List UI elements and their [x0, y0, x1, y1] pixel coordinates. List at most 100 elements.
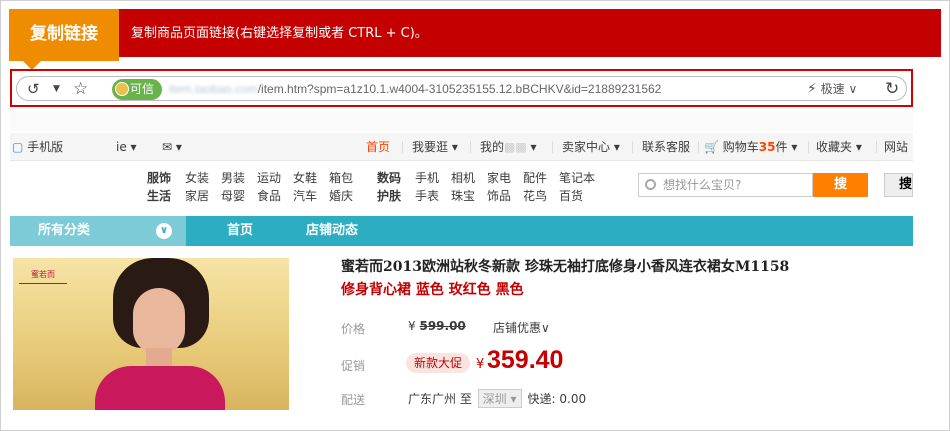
mobile-link[interactable]: ▢ 手机版: [12, 133, 63, 161]
cart-suffix: 件: [775, 140, 788, 154]
nav-my-label: 我的: [480, 140, 505, 154]
secure-label: 可信: [130, 82, 155, 96]
dropdown-icon[interactable]: ▼: [53, 77, 60, 102]
nav-sitemap[interactable]: 网站: [884, 133, 908, 161]
shipping-info: 广东广州 至 深圳 ▾ 快递: 0.00: [408, 389, 586, 408]
mail-icon: ✉: [162, 140, 173, 154]
secure-badge[interactable]: 可信: [112, 79, 162, 100]
search-input[interactable]: 想找什么宝贝?: [638, 173, 813, 197]
ship-to-select[interactable]: 深圳 ▾: [477, 389, 522, 408]
category-item[interactable]: 笔记本: [559, 169, 595, 187]
all-categories[interactable]: 所有分类 ∨: [10, 216, 186, 246]
nav-my[interactable]: 我的▩▩ ▾: [480, 133, 537, 161]
refresh-icon[interactable]: ↻: [885, 77, 899, 102]
back-icon[interactable]: ↺: [27, 77, 40, 102]
category-item[interactable]: 家居: [185, 187, 209, 205]
nav-shopping[interactable]: 我要逛 ▾: [412, 133, 458, 161]
mobile-suffix[interactable]: ie ▾: [116, 133, 137, 161]
product-title: 蜜若而2013欧洲站秋冬新款 珍珠无袖打底修身小香风连衣裙女M1158: [341, 259, 790, 275]
search-placeholder: 想找什么宝贝?: [663, 178, 742, 192]
address-bar-highlight: ↺ ▼ ☆ 可信 item.taobao.com/item.htm?spm=a1…: [10, 69, 913, 107]
nav-seller[interactable]: 卖家中心 ▾: [562, 133, 620, 161]
divider: [632, 141, 633, 153]
shop-discount-dropdown[interactable]: 店铺优惠∨: [493, 319, 550, 336]
favorites-label: 收藏夹: [816, 140, 853, 154]
nav-cart[interactable]: 🛒 购物车35件 ▾: [704, 133, 797, 161]
category-item[interactable]: 食品: [257, 187, 281, 205]
promo-price: 359.40: [487, 346, 564, 374]
nav-home[interactable]: 首页: [366, 133, 390, 161]
nav-service[interactable]: 联系客服: [642, 133, 690, 161]
category-item[interactable]: 女鞋: [293, 169, 317, 187]
search-shop-button[interactable]: 搜: [884, 173, 913, 197]
speed-mode-label: 极速: [820, 82, 845, 96]
category-item[interactable]: 相机: [451, 169, 475, 187]
divider: [876, 141, 877, 153]
category-item[interactable]: 婚庆: [329, 187, 353, 205]
address-bar[interactable]: ↺ ▼ ☆ 可信 item.taobao.com/item.htm?spm=a1…: [16, 76, 907, 101]
category-head[interactable]: 生活: [147, 187, 171, 205]
site-nav: ▢ 手机版 ie ▾ ✉ ▾ 首页 我要逛 ▾ 我的▩▩ ▾ 卖家中心 ▾ 联系…: [10, 133, 913, 161]
url-domain: item.taobao.com: [169, 82, 258, 96]
cart-icon: 🛒: [704, 140, 719, 154]
speed-mode[interactable]: ⚡ 极速 ∨: [807, 77, 857, 102]
category-item[interactable]: 母婴: [221, 187, 245, 205]
phone-icon: ▢: [12, 140, 24, 154]
price-label: 价格: [341, 322, 366, 336]
category-item[interactable]: 饰品: [487, 187, 511, 205]
model-face: [133, 288, 185, 354]
category-head[interactable]: 数码: [377, 169, 401, 187]
promo-label: 促销: [341, 359, 366, 373]
shop-nav: 所有分类 ∨ 首页 店铺动态: [10, 216, 913, 246]
category-item[interactable]: 百货: [559, 187, 583, 205]
search-icon: [645, 179, 656, 190]
star-icon[interactable]: ☆: [73, 77, 88, 102]
screenshot-frame: 复制链接 复制商品页面链接(右键选择复制或者 CTRL + C)。 ↺ ▼ ☆ …: [0, 0, 950, 431]
search-button[interactable]: 搜: [813, 173, 868, 197]
shipping-label: 配送: [341, 393, 366, 407]
chevron-down-icon: ∨: [156, 223, 172, 239]
cart-label: 购物车: [722, 140, 759, 154]
original-price: ¥ 599.00: [408, 319, 466, 333]
product-subtitle: 修身背心裙 蓝色 玫红色 黑色: [341, 282, 524, 298]
category-item[interactable]: 箱包: [329, 169, 353, 187]
old-price-value: 599.00: [419, 319, 466, 333]
url-path: /item.htm?spm=a1z10.1.w4004-3105235155.1…: [257, 82, 662, 96]
ship-to-label: 深圳: [482, 392, 507, 406]
category-item[interactable]: 手表: [415, 187, 439, 205]
cart-count: 35: [758, 140, 776, 154]
url-text[interactable]: item.taobao.com/item.htm?spm=a1z10.1.w40…: [169, 77, 661, 102]
category-item[interactable]: 花鸟: [523, 187, 547, 205]
product-image[interactable]: 蜜若而: [13, 258, 289, 410]
category-head[interactable]: 服饰: [147, 169, 171, 187]
category-item[interactable]: 运动: [257, 169, 281, 187]
tab-shop-news[interactable]: 店铺动态: [306, 216, 358, 246]
all-categories-label: 所有分类: [38, 223, 91, 238]
category-item[interactable]: 女装: [185, 169, 209, 187]
category-item[interactable]: 汽车: [293, 187, 317, 205]
model-dress: [95, 366, 225, 410]
message-link[interactable]: ✉ ▾: [162, 133, 182, 161]
divider: [552, 141, 553, 153]
lightning-icon: ⚡: [807, 81, 817, 97]
nav-favorites[interactable]: 收藏夹 ▾: [816, 133, 862, 161]
category-item[interactable]: 家电: [487, 169, 511, 187]
nav-seller-label: 卖家中心: [562, 140, 611, 154]
divider: [470, 141, 471, 153]
divider: [808, 141, 809, 153]
tab-home[interactable]: 首页: [227, 216, 253, 246]
promo-badge: 新款大促: [406, 353, 471, 373]
coin-icon: [115, 82, 129, 96]
instruction-text: 复制商品页面链接(右键选择复制或者 CTRL + C)。: [131, 26, 428, 41]
ship-from: 广东广州 至: [408, 392, 472, 406]
category-head[interactable]: 护肤: [377, 187, 401, 205]
page-top-strip: [10, 111, 913, 131]
category-item[interactable]: 手机: [415, 169, 439, 187]
category-item[interactable]: 配件: [523, 169, 547, 187]
old-price-symbol: ¥: [408, 319, 416, 333]
mobile-suffix-label: ie: [116, 140, 127, 154]
mobile-label: 手机版: [27, 140, 64, 154]
category-item[interactable]: 男装: [221, 169, 245, 187]
currency-symbol: ¥: [476, 357, 485, 372]
category-item[interactable]: 珠宝: [451, 187, 475, 205]
